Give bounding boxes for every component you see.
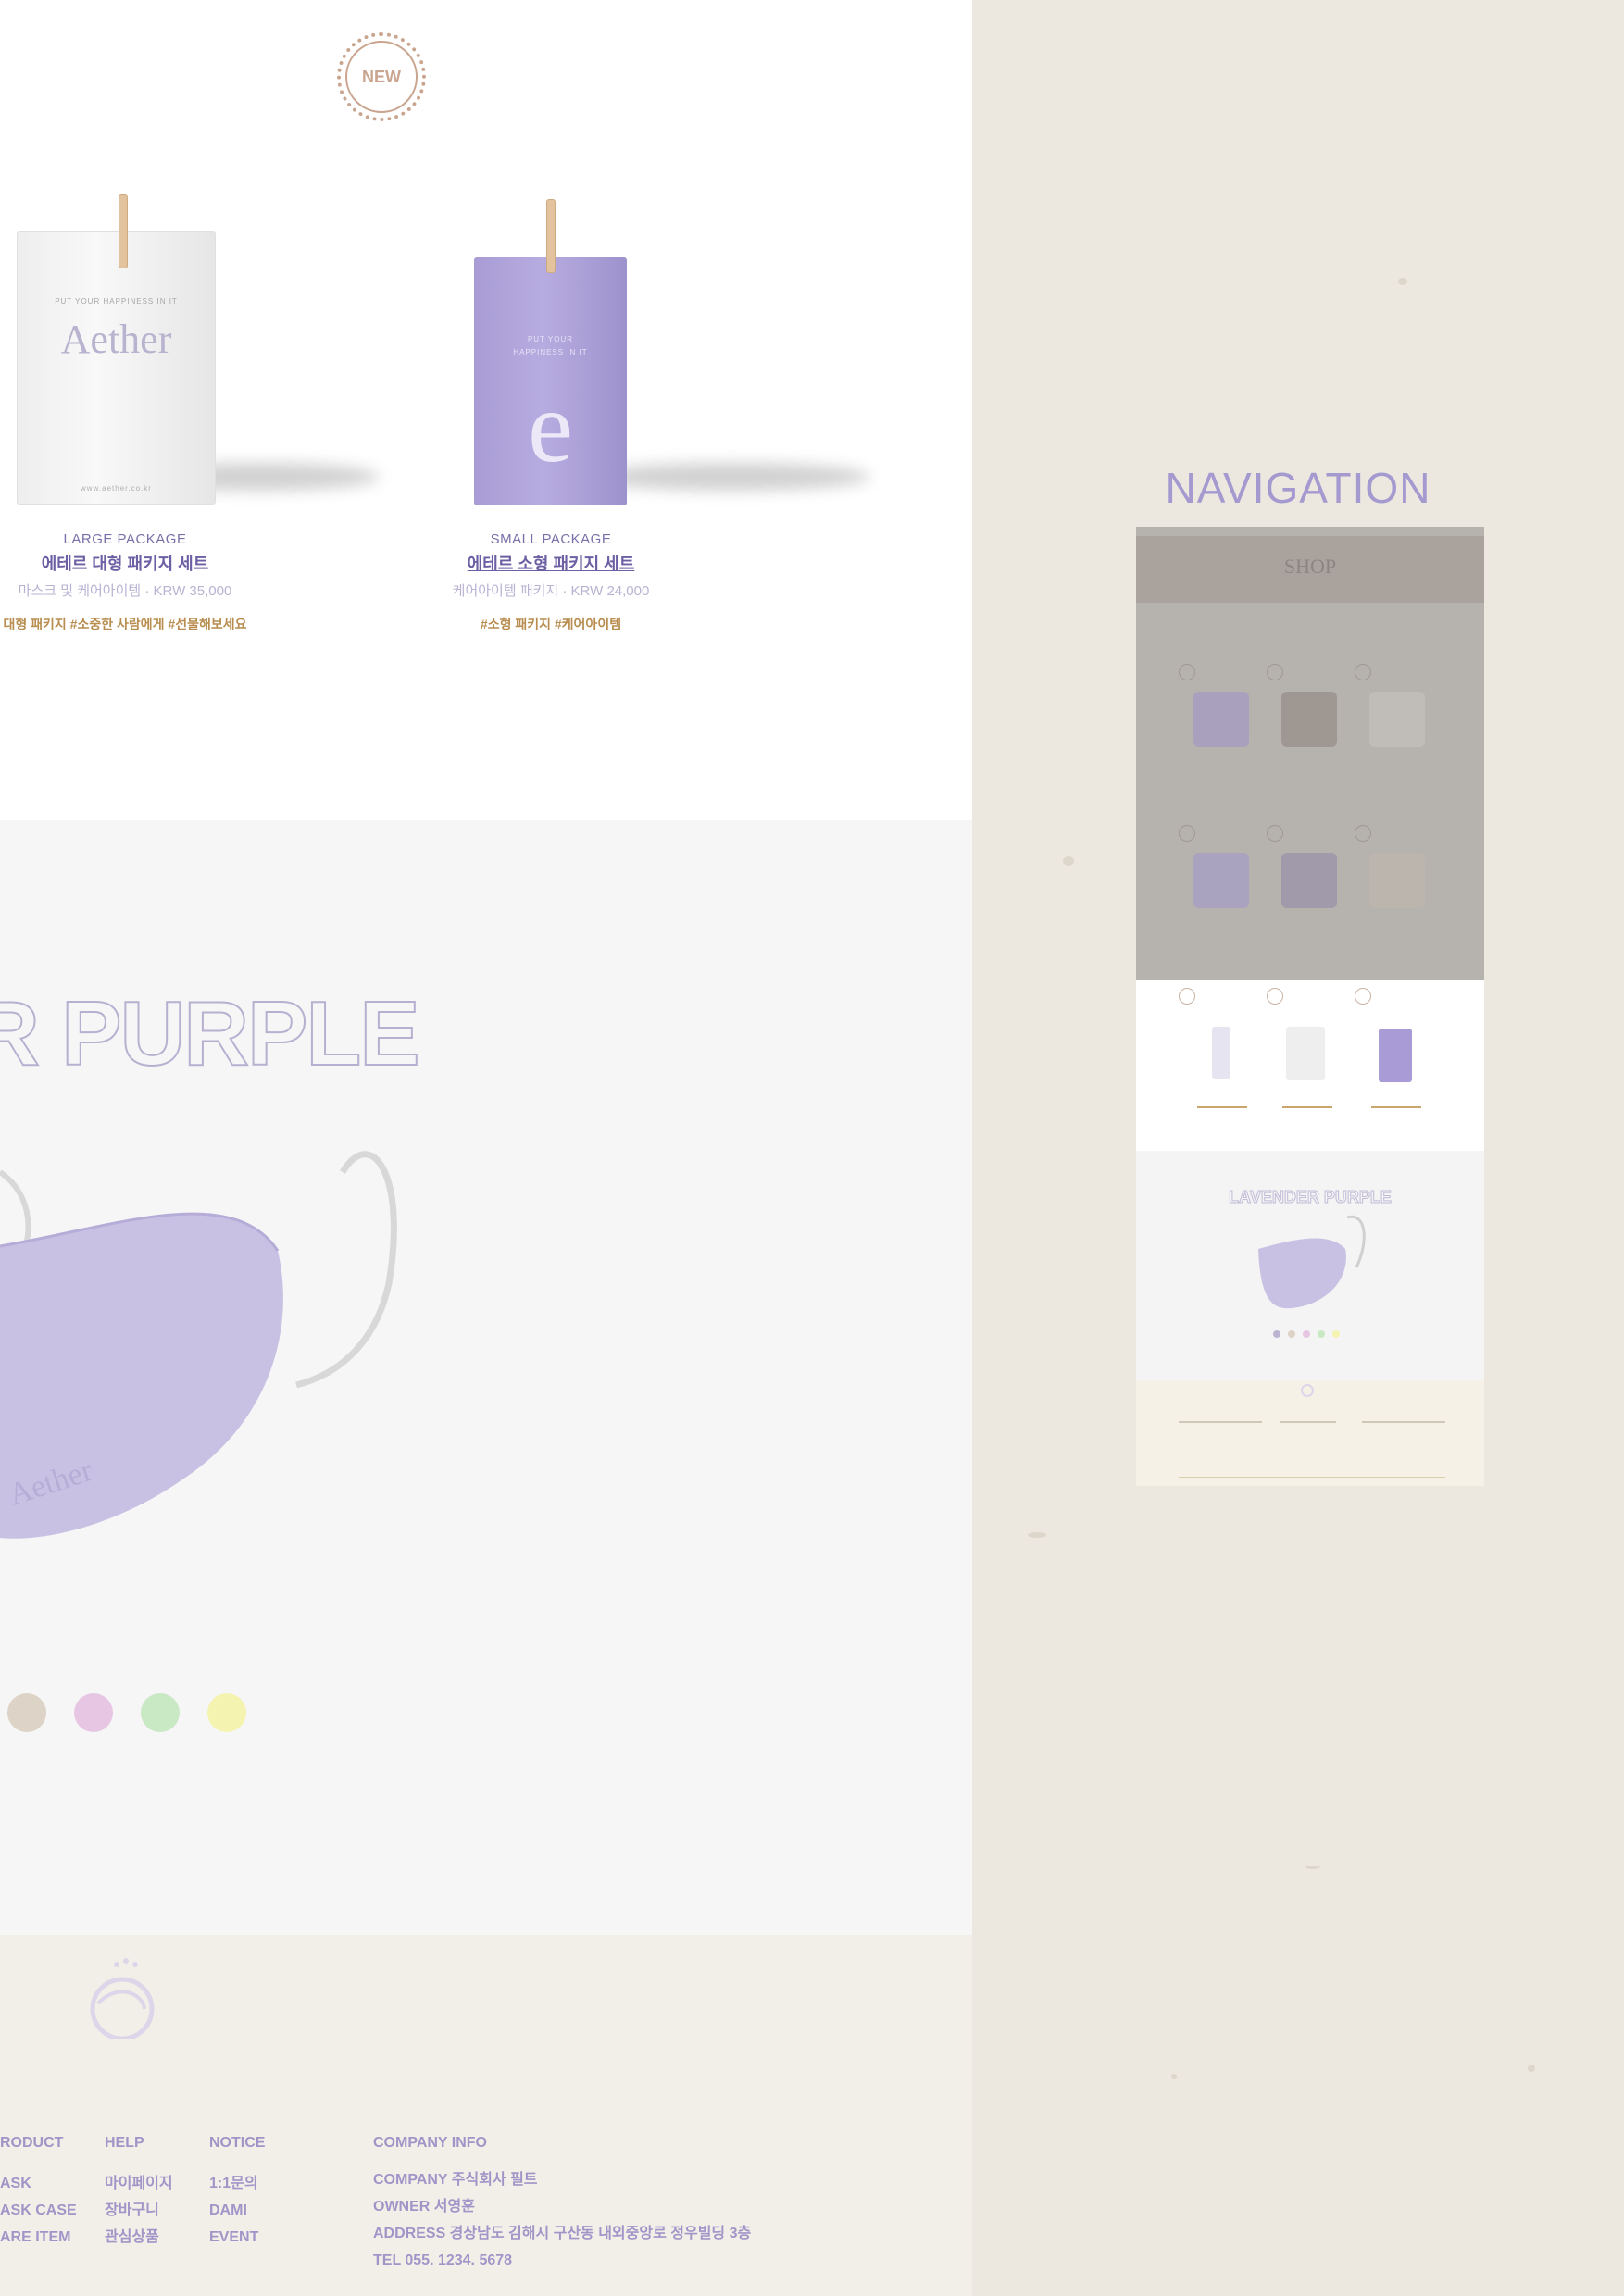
product-price: 마스크 및 케어아이템 · KRW 35,000 — [18, 583, 232, 599]
color-swatch[interactable] — [207, 1693, 246, 1732]
large-package-image[interactable]: PUT YOUR HAPPINESS IN IT Aether www.aeth… — [0, 185, 389, 518]
product-tags: 대형 패키지 #소중한 사람에게 #선물해보세요 — [3, 617, 247, 631]
preview-shop-banner: SHOP — [1136, 536, 1484, 603]
clothespin-icon — [546, 199, 556, 273]
preview-shop-section: SHOP — [1136, 527, 1484, 980]
company-address: ADDRESS 경상남도 김해시 구산동 내외중앙로 정우빌딩 3층 — [373, 2226, 752, 2241]
footer-link[interactable]: 마이페이지 — [105, 2170, 173, 2197]
footer-link[interactable]: 장바구니 — [105, 2197, 173, 2224]
navigation-panel: NAVIGATION SHOP LAVENDER PURPLE — [972, 0, 1624, 2296]
bag-url: www.aether.co.kr — [81, 484, 152, 493]
preview-footer — [1136, 1380, 1484, 1486]
product-name-en: LARGE PACKAGE — [63, 531, 187, 547]
product-section: NEW PUT YOUR HAPPINESS IN IT Aether www.… — [0, 0, 972, 820]
new-badge: NEW — [337, 32, 426, 121]
footer-link[interactable]: EVENT — [209, 2224, 265, 2251]
new-badge-label: NEW — [345, 41, 418, 113]
mask-image[interactable]: Aether — [0, 1117, 407, 1542]
small-package-info: SMALL PACKAGE 에테르 소형 패키지 세트 케어아이템 패키지 · … — [412, 531, 690, 633]
large-package-info: LARGE PACKAGE 에테르 대형 패키지 세트 마스크 및 케어아이템 … — [0, 531, 259, 633]
color-swatch[interactable] — [74, 1693, 113, 1732]
footer-col-head: COMPANY INFO — [373, 2135, 487, 2151]
lavender-title: DER PURPLE — [0, 981, 421, 1085]
preview-lavender-section: LAVENDER PURPLE — [1136, 1151, 1484, 1380]
footer-link[interactable]: DAMI — [209, 2197, 265, 2224]
product-name-ko[interactable]: 에테르 소형 패키지 세트 — [412, 551, 690, 575]
product-tags: #소형 패키지 #케어아이템 — [480, 617, 622, 631]
color-swatch[interactable] — [7, 1693, 46, 1732]
footer-col-head: NOTICE — [209, 2135, 266, 2151]
preview-lavender-title: LAVENDER PURPLE — [1229, 1188, 1393, 1207]
footer-company-info: COMPANY INFO COMPANY 주식회사 필트 OWNER 서영훈 A… — [373, 2135, 751, 2274]
small-package-image[interactable]: PUT YOUR HAPPINESS IN IT e — [444, 185, 907, 518]
company-owner: OWNER 서영훈 — [373, 2199, 475, 2215]
footer-col-product: RODUCT ASK ASK CASE ARE ITEM — [0, 2135, 77, 2251]
footer-link[interactable]: ASK CASE — [0, 2197, 77, 2224]
preview-shop-label: SHOP — [1283, 555, 1337, 578]
footer-col-head: RODUCT — [0, 2135, 64, 2151]
preview-products-section — [1136, 980, 1484, 1151]
bag-tagline: PUT YOUR HAPPINESS IN IT — [55, 297, 178, 306]
clothespin-icon — [119, 194, 128, 268]
color-swatch[interactable] — [141, 1693, 180, 1732]
bag-logo: e — [528, 370, 573, 483]
product-name-en: SMALL PACKAGE — [490, 531, 612, 547]
footer-link[interactable]: 관심상품 — [105, 2224, 173, 2251]
bag-tagline: PUT YOUR HAPPINESS IN IT — [513, 335, 588, 356]
product-price: 케어아이템 패키지 · KRW 24,000 — [452, 583, 650, 599]
site-preview-thumbnail[interactable]: SHOP LAVENDER PURPLE — [1136, 527, 1484, 1486]
company-tel: TEL 055. 1234. 5678 — [373, 2252, 513, 2268]
company-name: COMPANY 주식회사 필트 — [373, 2172, 538, 2188]
navigation-title: NAVIGATION — [1165, 464, 1431, 512]
bag-logo: Aether — [60, 317, 172, 362]
footer-col-help: HELP 마이페이지 장바구니 관심상품 — [105, 2135, 173, 2251]
footer-link[interactable]: ARE ITEM — [0, 2224, 77, 2251]
footer-link[interactable]: 1:1문의 — [209, 2170, 265, 2197]
footer-logo-icon[interactable] — [89, 1955, 163, 2039]
page-canvas: NEW PUT YOUR HAPPINESS IN IT Aether www.… — [0, 0, 972, 2296]
footer-link[interactable]: ASK — [0, 2170, 77, 2197]
footer-col-notice: NOTICE 1:1문의 DAMI EVENT — [209, 2135, 265, 2251]
footer-col-head: HELP — [105, 2135, 144, 2151]
product-name-ko[interactable]: 에테르 대형 패키지 세트 — [0, 551, 259, 575]
